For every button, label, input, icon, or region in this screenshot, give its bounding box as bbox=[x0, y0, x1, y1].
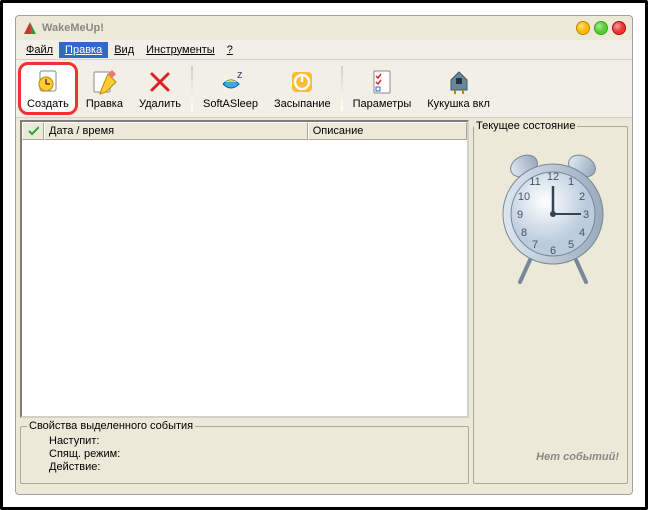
svg-text:4: 4 bbox=[578, 227, 584, 239]
cuckoo-button[interactable]: Кукушка вкл bbox=[419, 62, 498, 115]
create-button[interactable]: Создать bbox=[18, 62, 78, 115]
svg-text:z: z bbox=[237, 69, 243, 81]
prop-sleepmode: Спящ. режим: bbox=[27, 447, 462, 460]
minimize-button[interactable] bbox=[576, 21, 590, 35]
col-description[interactable]: Описание bbox=[308, 122, 467, 140]
props-title: Свойства выделенного события bbox=[27, 420, 195, 432]
power-icon bbox=[288, 68, 316, 96]
app-title: WakeMeUp! bbox=[42, 22, 576, 34]
sleep-icon: z bbox=[217, 68, 245, 96]
events-list[interactable]: Дата / время Описание bbox=[20, 120, 469, 418]
pencil-icon bbox=[90, 68, 118, 96]
no-events-text: Нет событий! bbox=[536, 451, 619, 463]
svg-text:10: 10 bbox=[517, 191, 529, 203]
titlebar: WakeMeUp! bbox=[16, 16, 632, 40]
app-window: WakeMeUp! Файл Правка Вид Инструменты ? … bbox=[15, 15, 633, 495]
edit-button[interactable]: Правка bbox=[78, 62, 131, 115]
menu-edit[interactable]: Правка bbox=[59, 42, 108, 58]
col-datetime[interactable]: Дата / время bbox=[44, 122, 308, 140]
prop-occur: Наступит: bbox=[27, 434, 462, 447]
new-clock-icon bbox=[34, 68, 62, 96]
svg-text:5: 5 bbox=[567, 239, 573, 251]
sleep-label: Засыпание bbox=[274, 98, 331, 110]
menu-help[interactable]: ? bbox=[221, 42, 239, 58]
separator bbox=[191, 66, 193, 111]
checkmark-icon bbox=[27, 124, 39, 138]
list-header: Дата / время Описание bbox=[22, 122, 467, 140]
svg-text:3: 3 bbox=[582, 209, 588, 221]
maximize-button[interactable] bbox=[594, 21, 608, 35]
menu-file[interactable]: Файл bbox=[20, 42, 59, 58]
params-button[interactable]: Параметры bbox=[345, 62, 420, 115]
toolbar: Создать Правка Удалить z SoftASleep Засы bbox=[16, 60, 632, 118]
checklist-icon bbox=[368, 68, 396, 96]
svg-text:2: 2 bbox=[578, 191, 584, 203]
svg-text:11: 11 bbox=[529, 176, 540, 188]
softasleep-label: SoftASleep bbox=[203, 98, 258, 110]
menubar: Файл Правка Вид Инструменты ? bbox=[16, 40, 632, 60]
event-properties: Свойства выделенного события Наступит: С… bbox=[20, 420, 469, 484]
menu-tools[interactable]: Инструменты bbox=[140, 42, 221, 58]
cuckoo-icon bbox=[445, 68, 473, 96]
create-label: Создать bbox=[27, 98, 69, 110]
params-label: Параметры bbox=[353, 98, 412, 110]
col-check[interactable] bbox=[22, 122, 44, 140]
svg-text:6: 6 bbox=[549, 245, 555, 257]
delete-button[interactable]: Удалить bbox=[131, 62, 189, 115]
svg-text:12: 12 bbox=[546, 171, 558, 183]
softasleep-button[interactable]: z SoftASleep bbox=[195, 62, 266, 115]
app-icon bbox=[22, 20, 38, 36]
sleep-button[interactable]: Засыпание bbox=[266, 62, 339, 115]
svg-text:1: 1 bbox=[567, 176, 573, 188]
svg-text:8: 8 bbox=[520, 227, 526, 239]
alarm-clock-icon: 12 3 6 9 12 45 78 1011 bbox=[474, 132, 627, 292]
separator bbox=[341, 66, 343, 111]
current-state: Текущее состояние 12 3 6 9 bbox=[473, 120, 628, 484]
state-title: Текущее состояние bbox=[474, 120, 577, 132]
prop-action: Действие: bbox=[27, 460, 462, 473]
edit-label: Правка bbox=[86, 98, 123, 110]
delete-x-icon bbox=[146, 68, 174, 96]
menu-view[interactable]: Вид bbox=[108, 42, 140, 58]
svg-text:9: 9 bbox=[516, 209, 522, 221]
delete-label: Удалить bbox=[139, 98, 181, 110]
close-button[interactable] bbox=[612, 21, 626, 35]
svg-text:7: 7 bbox=[531, 239, 537, 251]
cuckoo-label: Кукушка вкл bbox=[427, 98, 490, 110]
